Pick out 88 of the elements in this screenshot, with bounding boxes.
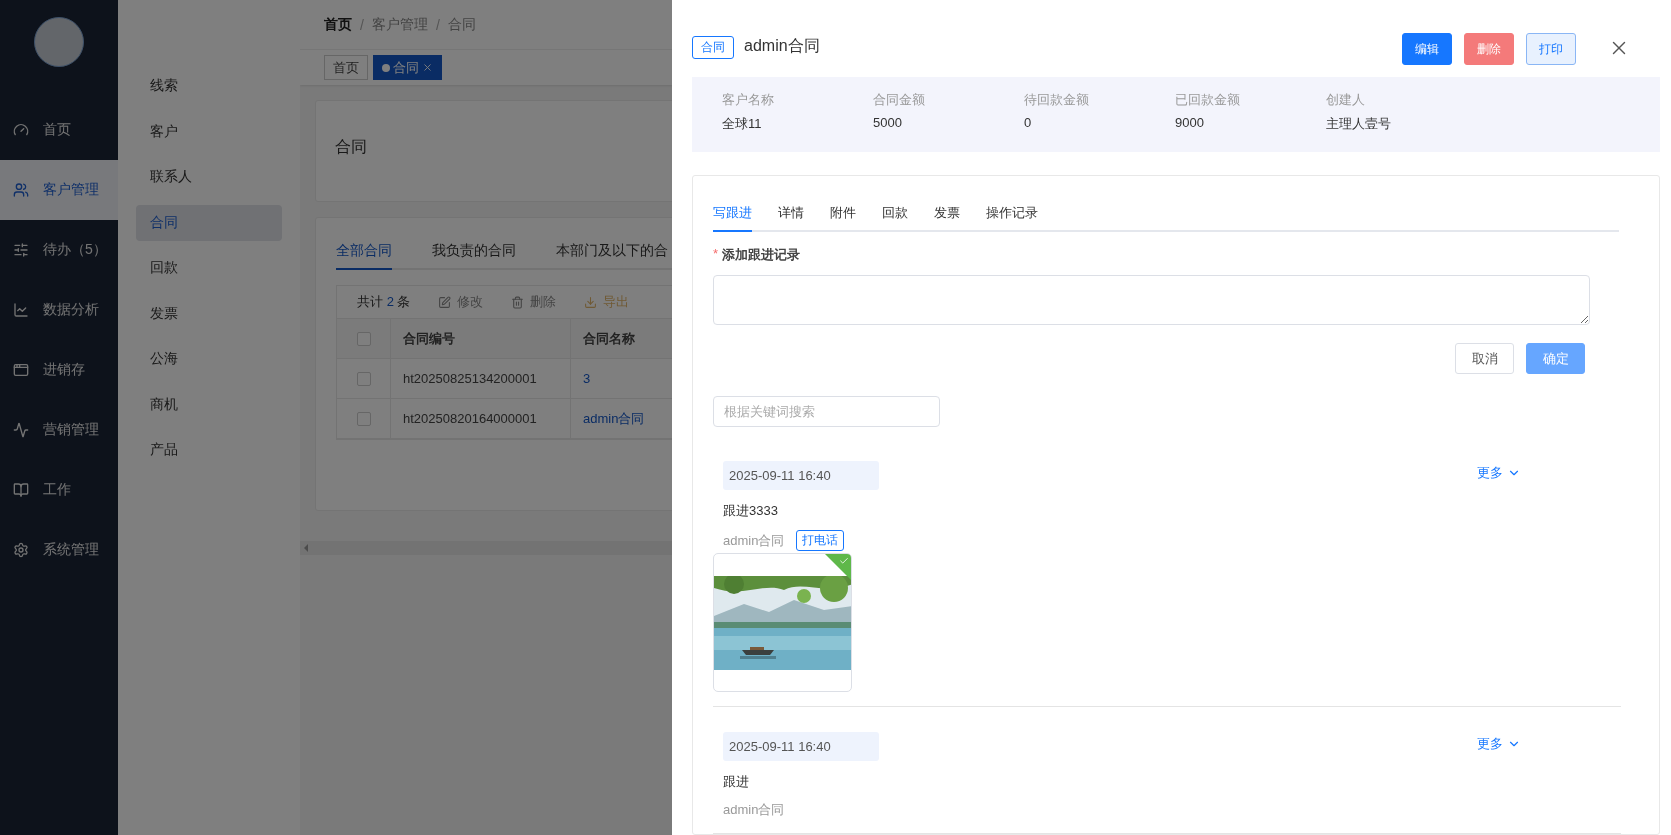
page-tab[interactable]: 合同 bbox=[373, 55, 442, 80]
success-corner bbox=[825, 554, 851, 580]
summary-value: 9000 bbox=[1175, 115, 1205, 131]
required-mark: * bbox=[713, 246, 719, 263]
summary-label: 客户名称 bbox=[722, 91, 775, 110]
sidebar-icon bbox=[13, 362, 29, 378]
drawer-tab[interactable]: 操作记录 bbox=[986, 196, 1038, 232]
more-link[interactable]: 更多 bbox=[1477, 464, 1521, 482]
record-time: 2025-09-11 16:40 bbox=[723, 732, 879, 761]
more-link[interactable]: 更多 bbox=[1477, 735, 1521, 753]
type-tag: 合同 bbox=[692, 36, 734, 59]
sidebar-icon bbox=[13, 122, 29, 138]
scrollbar[interactable] bbox=[300, 541, 672, 555]
summary-value: 0 bbox=[1024, 115, 1033, 131]
pencil-icon bbox=[438, 295, 452, 309]
toolbar-action[interactable]: 修改 bbox=[438, 293, 484, 311]
list-tab[interactable]: 全部合同 bbox=[336, 242, 392, 270]
total-count: 共计 2 条 bbox=[357, 293, 411, 311]
page-tab[interactable]: 首页 bbox=[324, 55, 368, 80]
submenu-item[interactable]: 商机 bbox=[136, 386, 282, 423]
sidebar-icon bbox=[13, 182, 29, 198]
summary-label: 合同金额 bbox=[873, 91, 926, 110]
record-tag: 打电话 bbox=[796, 530, 845, 551]
field-label: 添加跟进记录 bbox=[722, 246, 801, 264]
sidebar-item[interactable]: 客户管理 bbox=[0, 160, 118, 220]
action-button[interactable]: 编辑 bbox=[1402, 33, 1452, 65]
sidebar-icon bbox=[13, 422, 29, 438]
drawer-tab[interactable]: 写跟进 bbox=[713, 196, 752, 232]
breadcrumb-item[interactable]: 首页 bbox=[324, 15, 352, 34]
checkbox[interactable] bbox=[356, 411, 371, 426]
sidebar-item[interactable]: 待办（5） bbox=[0, 220, 118, 280]
sidebar-icon bbox=[13, 242, 29, 258]
breadcrumb-separator: / bbox=[435, 16, 440, 33]
sidebar-item[interactable]: 进销存 bbox=[0, 340, 118, 400]
summary-label: 创建人 bbox=[1326, 91, 1366, 110]
checkbox[interactable] bbox=[356, 371, 371, 386]
record-author: admin合同 bbox=[723, 801, 785, 819]
submenu-item[interactable]: 联系人 bbox=[136, 159, 282, 195]
avatar[interactable] bbox=[34, 17, 84, 67]
record-text: 跟进3333 bbox=[723, 502, 779, 520]
trash-icon bbox=[511, 295, 525, 309]
drawer-tab[interactable]: 附件 bbox=[830, 196, 856, 232]
submenu-item[interactable]: 线索 bbox=[136, 68, 282, 104]
sidebar-item[interactable]: 工作 bbox=[0, 460, 118, 520]
submenu-item[interactable]: 公海 bbox=[136, 341, 282, 377]
drawer-tab[interactable]: 发票 bbox=[934, 196, 960, 232]
list-tab[interactable]: 本部门及以下的合 bbox=[556, 242, 668, 270]
cancel-button[interactable]: 取消 bbox=[1455, 343, 1514, 374]
sidebar-icon bbox=[13, 302, 29, 318]
drawer-tab[interactable]: 详情 bbox=[778, 196, 804, 232]
submenu-item[interactable]: 回款 bbox=[136, 250, 282, 286]
drawer-tab[interactable]: 回款 bbox=[882, 196, 908, 232]
followup-input[interactable] bbox=[713, 275, 1590, 325]
page-title: 合同 bbox=[335, 138, 367, 155]
sidebar-icon bbox=[13, 482, 29, 498]
sidebar-item[interactable]: 数据分析 bbox=[0, 280, 118, 340]
summary-value: 主理人壹号 bbox=[1326, 115, 1392, 134]
sidebar-item[interactable]: 首页 bbox=[0, 100, 118, 160]
checkbox[interactable] bbox=[356, 331, 371, 346]
sidebar-icon bbox=[13, 542, 29, 558]
download-icon bbox=[584, 295, 598, 309]
record-text: 跟进 bbox=[723, 773, 750, 791]
record-author: admin合同 bbox=[723, 531, 785, 550]
confirm-button[interactable]: 确定 bbox=[1526, 343, 1585, 374]
submenu-item[interactable]: 产品 bbox=[136, 432, 282, 468]
summary-value: 5000 bbox=[873, 115, 903, 131]
list-tab[interactable]: 我负责的合同 bbox=[432, 242, 516, 270]
action-button[interactable]: 打印 bbox=[1526, 33, 1576, 65]
breadcrumb-separator: / bbox=[360, 16, 364, 33]
summary-value: 全球11 bbox=[722, 115, 763, 134]
toolbar-action[interactable]: 删除 bbox=[511, 293, 557, 311]
record-time: 2025-09-11 16:40 bbox=[723, 461, 879, 490]
action-button[interactable]: 删除 bbox=[1464, 33, 1514, 65]
summary-label: 已回款金额 bbox=[1175, 91, 1241, 110]
search-field[interactable]: 根据关键词搜索 bbox=[713, 396, 940, 427]
attachment-card[interactable] bbox=[713, 553, 852, 692]
sidebar-item[interactable]: 系统管理 bbox=[0, 520, 118, 580]
column-header: 合同编号 bbox=[391, 319, 571, 358]
submenu-item[interactable]: 合同 bbox=[136, 204, 282, 241]
table-cell: ht20250820164000001 bbox=[391, 399, 571, 438]
submenu-item[interactable]: 发票 bbox=[136, 295, 282, 332]
drawer-title: admin合同 bbox=[744, 36, 821, 56]
submenu-item[interactable]: 客户 bbox=[136, 113, 282, 150]
sidebar-item[interactable]: 营销管理 bbox=[0, 400, 118, 460]
check-icon bbox=[839, 556, 849, 566]
close-icon[interactable] bbox=[422, 62, 433, 73]
table-cell: ht20250825134200001 bbox=[391, 359, 571, 398]
summary-label: 待回款金额 bbox=[1024, 91, 1090, 110]
